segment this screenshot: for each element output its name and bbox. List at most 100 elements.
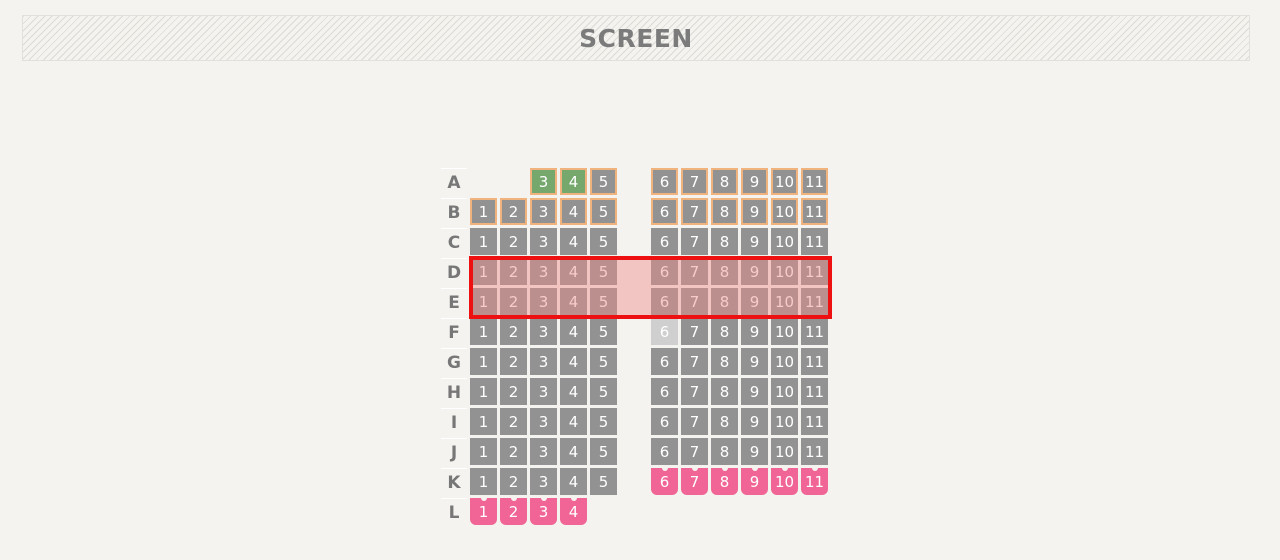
seat-f1[interactable]: 1 <box>470 318 497 345</box>
seat-g5[interactable]: 5 <box>590 348 617 375</box>
seat-a10[interactable]: 10 <box>771 168 798 195</box>
seat-k9[interactable]: 9 <box>741 467 768 495</box>
seat-k4[interactable]: 4 <box>560 468 587 495</box>
seat-i5[interactable]: 5 <box>590 408 617 435</box>
seat-c2[interactable]: 2 <box>500 228 527 255</box>
seat-f7[interactable]: 7 <box>681 318 708 345</box>
seat-h7[interactable]: 7 <box>681 378 708 405</box>
seat-b3[interactable]: 3 <box>530 198 557 225</box>
seat-i8[interactable]: 8 <box>711 408 738 435</box>
seat-j7[interactable]: 7 <box>681 438 708 465</box>
seat-h11[interactable]: 11 <box>801 378 828 405</box>
seat-e10[interactable]: 10 <box>771 288 798 315</box>
seat-j9[interactable]: 9 <box>741 438 768 465</box>
seat-c1[interactable]: 1 <box>470 228 497 255</box>
seat-b9[interactable]: 9 <box>741 198 768 225</box>
seat-a5[interactable]: 5 <box>590 168 617 195</box>
seat-g2[interactable]: 2 <box>500 348 527 375</box>
seat-f2[interactable]: 2 <box>500 318 527 345</box>
seat-i1[interactable]: 1 <box>470 408 497 435</box>
seat-j8[interactable]: 8 <box>711 438 738 465</box>
seat-d8[interactable]: 8 <box>711 258 738 285</box>
seat-i6[interactable]: 6 <box>651 408 678 435</box>
seat-a4[interactable]: 4 <box>560 168 587 195</box>
seat-l3[interactable]: 3 <box>530 497 557 525</box>
seat-c4[interactable]: 4 <box>560 228 587 255</box>
seat-i4[interactable]: 4 <box>560 408 587 435</box>
seat-b5[interactable]: 5 <box>590 198 617 225</box>
seat-a11[interactable]: 11 <box>801 168 828 195</box>
seat-e11[interactable]: 11 <box>801 288 828 315</box>
seat-h9[interactable]: 9 <box>741 378 768 405</box>
seat-h5[interactable]: 5 <box>590 378 617 405</box>
seat-i10[interactable]: 10 <box>771 408 798 435</box>
seat-i9[interactable]: 9 <box>741 408 768 435</box>
seat-b7[interactable]: 7 <box>681 198 708 225</box>
seat-f6[interactable]: 6 <box>651 318 678 345</box>
seat-e5[interactable]: 5 <box>590 288 617 315</box>
seat-c3[interactable]: 3 <box>530 228 557 255</box>
seat-d4[interactable]: 4 <box>560 258 587 285</box>
seat-a9[interactable]: 9 <box>741 168 768 195</box>
seat-c10[interactable]: 10 <box>771 228 798 255</box>
seat-d11[interactable]: 11 <box>801 258 828 285</box>
seat-f5[interactable]: 5 <box>590 318 617 345</box>
seat-i2[interactable]: 2 <box>500 408 527 435</box>
seat-j2[interactable]: 2 <box>500 438 527 465</box>
seat-j1[interactable]: 1 <box>470 438 497 465</box>
seat-c11[interactable]: 11 <box>801 228 828 255</box>
seat-j11[interactable]: 11 <box>801 438 828 465</box>
seat-g4[interactable]: 4 <box>560 348 587 375</box>
seat-d10[interactable]: 10 <box>771 258 798 285</box>
seat-g11[interactable]: 11 <box>801 348 828 375</box>
seat-b11[interactable]: 11 <box>801 198 828 225</box>
seat-f9[interactable]: 9 <box>741 318 768 345</box>
seat-a7[interactable]: 7 <box>681 168 708 195</box>
seat-i11[interactable]: 11 <box>801 408 828 435</box>
seat-g9[interactable]: 9 <box>741 348 768 375</box>
seat-e7[interactable]: 7 <box>681 288 708 315</box>
seat-e4[interactable]: 4 <box>560 288 587 315</box>
seat-h8[interactable]: 8 <box>711 378 738 405</box>
seat-l2[interactable]: 2 <box>500 497 527 525</box>
seat-e3[interactable]: 3 <box>530 288 557 315</box>
seat-d7[interactable]: 7 <box>681 258 708 285</box>
seat-e2[interactable]: 2 <box>500 288 527 315</box>
seat-c9[interactable]: 9 <box>741 228 768 255</box>
seat-i7[interactable]: 7 <box>681 408 708 435</box>
seat-k6[interactable]: 6 <box>651 467 678 495</box>
seat-h4[interactable]: 4 <box>560 378 587 405</box>
seat-k8[interactable]: 8 <box>711 467 738 495</box>
seat-g8[interactable]: 8 <box>711 348 738 375</box>
seat-b6[interactable]: 6 <box>651 198 678 225</box>
seat-h2[interactable]: 2 <box>500 378 527 405</box>
seat-h1[interactable]: 1 <box>470 378 497 405</box>
seat-a6[interactable]: 6 <box>651 168 678 195</box>
seat-k3[interactable]: 3 <box>530 468 557 495</box>
seat-i3[interactable]: 3 <box>530 408 557 435</box>
seat-l1[interactable]: 1 <box>470 497 497 525</box>
seat-b10[interactable]: 10 <box>771 198 798 225</box>
seat-j10[interactable]: 10 <box>771 438 798 465</box>
seat-d9[interactable]: 9 <box>741 258 768 285</box>
seat-c5[interactable]: 5 <box>590 228 617 255</box>
seat-c8[interactable]: 8 <box>711 228 738 255</box>
seat-g10[interactable]: 10 <box>771 348 798 375</box>
seat-j4[interactable]: 4 <box>560 438 587 465</box>
seat-k7[interactable]: 7 <box>681 467 708 495</box>
seat-d3[interactable]: 3 <box>530 258 557 285</box>
seat-j5[interactable]: 5 <box>590 438 617 465</box>
seat-g7[interactable]: 7 <box>681 348 708 375</box>
seat-b8[interactable]: 8 <box>711 198 738 225</box>
seat-e8[interactable]: 8 <box>711 288 738 315</box>
seat-b4[interactable]: 4 <box>560 198 587 225</box>
seat-b1[interactable]: 1 <box>470 198 497 225</box>
seat-d2[interactable]: 2 <box>500 258 527 285</box>
seat-f11[interactable]: 11 <box>801 318 828 345</box>
seat-a8[interactable]: 8 <box>711 168 738 195</box>
seat-j6[interactable]: 6 <box>651 438 678 465</box>
seat-b2[interactable]: 2 <box>500 198 527 225</box>
seat-c7[interactable]: 7 <box>681 228 708 255</box>
seat-l4[interactable]: 4 <box>560 497 587 525</box>
seat-k11[interactable]: 11 <box>801 467 828 495</box>
